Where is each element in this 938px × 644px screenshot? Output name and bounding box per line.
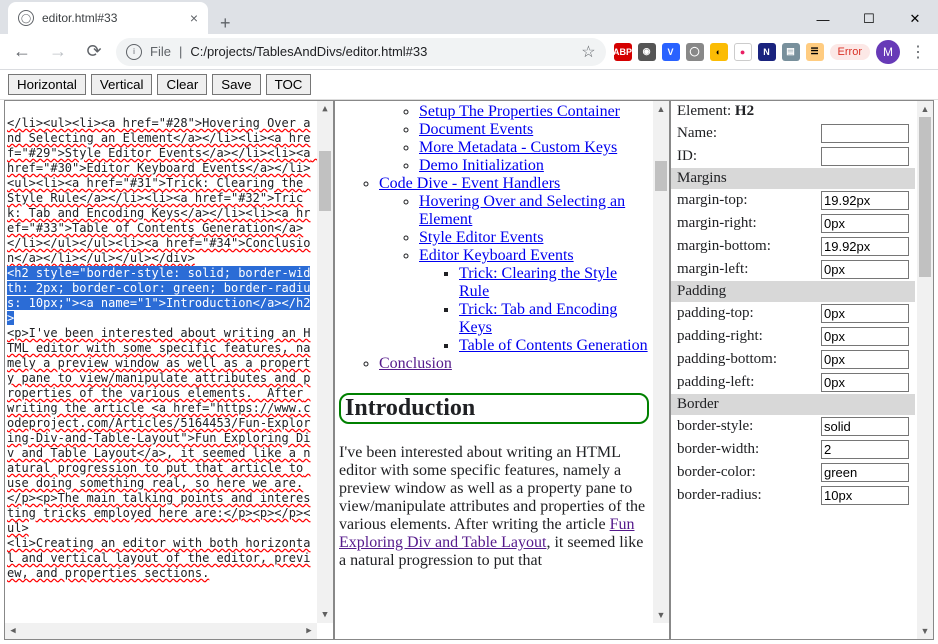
browser-tab[interactable]: ◯ editor.html#33 × [8, 2, 208, 34]
padding-top-input[interactable] [821, 304, 909, 323]
code-editor-panel[interactable]: </li><ul><li><a href="#28">Hovering Over… [4, 100, 334, 640]
bookmark-star-icon[interactable]: ☆ [581, 42, 595, 62]
abp-icon[interactable]: ABP [614, 43, 632, 61]
padding-bottom-input[interactable] [821, 350, 909, 369]
code-text: <p>I've been interested about writing an… [7, 326, 310, 580]
id-input[interactable] [821, 147, 909, 166]
info-icon[interactable]: i [126, 44, 142, 60]
save-button[interactable]: Save [212, 74, 260, 95]
border-style-input[interactable] [821, 417, 909, 436]
padding-right-input[interactable] [821, 327, 909, 346]
browser-menu-icon[interactable]: ⋮ [906, 42, 930, 62]
maximize-button[interactable]: ☐ [846, 4, 892, 34]
close-window-button[interactable]: ✕ [892, 4, 938, 34]
toc-link[interactable]: Document Events [419, 121, 533, 138]
clear-button[interactable]: Clear [157, 74, 207, 95]
toc-link[interactable]: Table of Contents Generation [459, 337, 648, 354]
properties-panel: Element: H2 Name: ID: Margins margin-top… [670, 100, 934, 640]
margin-left-input[interactable] [821, 260, 909, 279]
toc-link[interactable]: Trick: Clearing the Style Rule [459, 265, 617, 300]
border-color-input[interactable] [821, 463, 909, 482]
id-label: ID: [677, 148, 817, 165]
scroll-up-icon[interactable]: ▲ [317, 101, 333, 117]
new-tab-button[interactable]: + [208, 13, 243, 34]
toc-link[interactable]: Setup The Properties Container [419, 103, 620, 120]
scroll-down-icon[interactable]: ▼ [653, 607, 669, 623]
back-button[interactable]: ← [8, 38, 36, 66]
intro-paragraph: I've been interested about writing an HT… [339, 444, 649, 570]
scroll-down-icon[interactable]: ▼ [317, 607, 333, 623]
toc-link[interactable]: Trick: Tab and Encoding Keys [459, 301, 617, 336]
padding-header: Padding [671, 281, 915, 302]
margin-bottom-input[interactable] [821, 237, 909, 256]
scroll-right-icon[interactable]: ▶ [301, 623, 317, 639]
editor-toolbar: Horizontal Vertical Clear Save TOC [0, 70, 938, 100]
border-width-input[interactable] [821, 440, 909, 459]
toc-link[interactable]: Hovering Over and Selecting an Element [419, 193, 625, 228]
margins-header: Margins [671, 168, 915, 189]
toc-button[interactable]: TOC [266, 74, 312, 95]
ext-icon-2[interactable]: ◯ [686, 43, 704, 61]
vertical-scrollbar[interactable]: ▲ ▼ [917, 101, 933, 639]
code-text: </li><ul><li><a href="#28">Hovering Over… [7, 116, 318, 265]
profile-avatar[interactable]: M [876, 40, 900, 64]
border-header: Border [671, 394, 915, 415]
scroll-up-icon[interactable]: ▲ [653, 101, 669, 117]
border-radius-input[interactable] [821, 486, 909, 505]
margin-top-input[interactable] [821, 191, 909, 210]
preview-panel[interactable]: Setup The Properties Container Document … [334, 100, 670, 640]
element-header: Element: H2 [671, 101, 915, 122]
tab-title: editor.html#33 [42, 11, 182, 25]
toc-link[interactable]: Code Dive - Event Handlers [379, 175, 560, 192]
vertical-scrollbar[interactable]: ▲ ▼ [317, 101, 333, 623]
ublock-icon[interactable]: ◉ [638, 43, 656, 61]
scroll-thumb[interactable] [655, 161, 667, 191]
ext-icon-5[interactable]: N [758, 43, 776, 61]
ext-icon-6[interactable]: ▤ [782, 43, 800, 61]
globe-icon: ◯ [18, 10, 34, 26]
padding-left-input[interactable] [821, 373, 909, 392]
toc-link[interactable]: Editor Keyboard Events [419, 247, 574, 264]
url-scheme: File [150, 44, 171, 59]
ext-icon-4[interactable]: ● [734, 43, 752, 61]
intro-heading[interactable]: Introduction [339, 393, 649, 424]
scroll-thumb[interactable] [319, 151, 331, 211]
name-label: Name: [677, 125, 817, 142]
code-selection: <h2 style="border-style: solid; border-w… [7, 266, 310, 325]
scroll-left-icon[interactable]: ◀ [5, 623, 21, 639]
browser-titlebar: ◯ editor.html#33 × + — ☐ ✕ [0, 0, 938, 34]
reload-button[interactable]: ⟳ [80, 38, 108, 66]
url-path: C:/projects/TablesAndDivs/editor.html#33 [190, 44, 427, 59]
scroll-thumb[interactable] [919, 117, 931, 277]
address-bar-row: ← → ⟳ i File | C:/projects/TablesAndDivs… [0, 34, 938, 70]
toc-link[interactable]: Demo Initialization [419, 157, 544, 174]
horizontal-scrollbar[interactable]: ◀ ▶ [5, 623, 317, 639]
window-controls: — ☐ ✕ [800, 4, 938, 34]
minimize-button[interactable]: — [800, 4, 846, 34]
name-input[interactable] [821, 124, 909, 143]
toc-link-conclusion[interactable]: Conclusion [379, 355, 452, 372]
toc-link[interactable]: More Metadata - Custom Keys [419, 139, 617, 156]
error-badge[interactable]: Error [830, 44, 870, 60]
vertical-button[interactable]: Vertical [91, 74, 153, 95]
scroll-up-icon[interactable]: ▲ [917, 101, 933, 117]
vertical-scrollbar[interactable]: ▲ ▼ [653, 101, 669, 623]
omnibox[interactable]: i File | C:/projects/TablesAndDivs/edito… [116, 38, 606, 66]
scroll-down-icon[interactable]: ▼ [917, 623, 933, 639]
ext-icon-1[interactable]: V [662, 43, 680, 61]
extension-icons: ABP ◉ V ◯ ◐ ● N ▤ ☰ Error M ⋮ [614, 40, 930, 64]
toc-link[interactable]: Style Editor Events [419, 229, 543, 246]
ext-icon-3[interactable]: ◐ [710, 43, 728, 61]
margin-right-input[interactable] [821, 214, 909, 233]
horizontal-button[interactable]: Horizontal [8, 74, 86, 95]
close-icon[interactable]: × [190, 10, 198, 26]
forward-button[interactable]: → [44, 38, 72, 66]
ext-icon-7[interactable]: ☰ [806, 43, 824, 61]
